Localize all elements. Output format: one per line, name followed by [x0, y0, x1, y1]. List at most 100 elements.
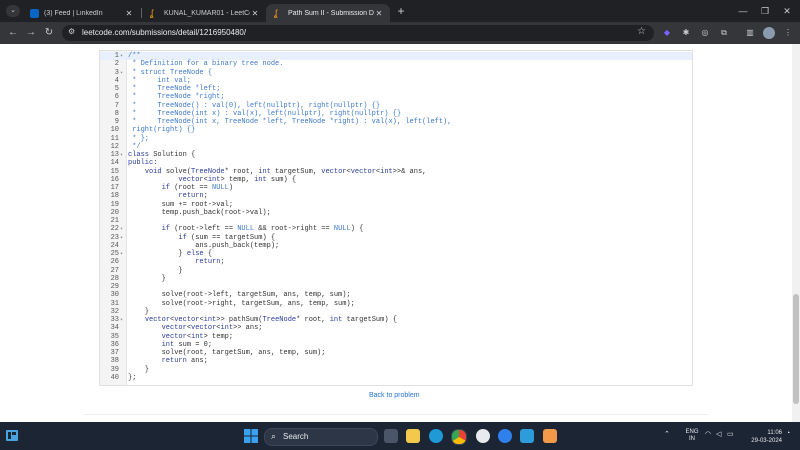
code-line[interactable]: 18 return;	[100, 192, 692, 200]
code-line[interactable]: 36 int sum = 0;	[100, 341, 692, 349]
tab-search-button[interactable]: ⌄	[6, 5, 20, 17]
help-icon[interactable]	[498, 429, 512, 443]
code-text: * TreeNode *left;	[128, 85, 221, 93]
folder-icon[interactable]	[543, 429, 557, 443]
close-tab-icon[interactable]: ✕	[374, 9, 384, 18]
language-indicator[interactable]: ENG IN	[683, 429, 701, 443]
side-panel-icon[interactable]: ▥	[744, 27, 756, 39]
edge-browser-icon[interactable]	[429, 429, 443, 443]
fold-toggle-icon[interactable]: ▾	[120, 225, 123, 233]
code-line[interactable]: 23 ▾ if (sum == targetSum) {	[100, 234, 692, 242]
code-line[interactable]: 26 return;	[100, 258, 692, 266]
code-line[interactable]: 12 */	[100, 143, 692, 151]
scrollbar-thumb[interactable]	[793, 294, 799, 404]
extension-icon[interactable]: ◆	[661, 27, 673, 39]
code-text: vector<int> temp, int sum) {	[178, 175, 297, 184]
github-icon[interactable]	[476, 429, 490, 443]
code-line[interactable]: 8 * TreeNode(int x) : val(x), left(nullp…	[100, 110, 692, 118]
code-line[interactable]: 29	[100, 283, 692, 291]
code-line[interactable]: 31 solve(root->right, targetSum, ans, te…	[100, 300, 692, 308]
vscode-icon[interactable]	[520, 429, 534, 443]
show-hidden-icons-chevron-icon[interactable]: ⌃	[664, 430, 670, 438]
code-line[interactable]: 19 sum += root->val;	[100, 201, 692, 209]
minimize-icon[interactable]: —	[732, 4, 754, 18]
linkedin-icon	[30, 8, 39, 18]
new-tab-button[interactable]: +	[393, 4, 409, 18]
line-number: 27	[110, 266, 119, 275]
back-arrow-icon[interactable]: ←	[6, 26, 20, 40]
code-line[interactable]: 11 * };	[100, 135, 692, 143]
code-line[interactable]: 33 ▾ vector<vector<int>> pathSum(TreeNode…	[100, 316, 692, 324]
tab-linkedin[interactable]: (3) Feed | LinkedIn ✕	[22, 4, 140, 22]
code-line[interactable]: 21	[100, 217, 692, 225]
line-number: 5	[114, 85, 119, 93]
more-menu-icon[interactable]: ⋮	[782, 27, 794, 39]
code-line[interactable]: 6 * TreeNode *right;	[100, 93, 692, 101]
code-line[interactable]: 39 }	[100, 366, 692, 374]
code-line[interactable]: 32 }	[100, 308, 692, 316]
code-editor[interactable]: 1 ▾/** 2 * Definition for a binary tree no…	[99, 50, 693, 386]
code-line[interactable]: 38 return ans;	[100, 357, 692, 365]
code-line[interactable]: 30 solve(root->left, targetSum, ans, tem…	[100, 291, 692, 299]
back-to-problem-link[interactable]: Back to problem	[369, 392, 420, 399]
code-line[interactable]: 9 * TreeNode(int x, TreeNode *left, Tree…	[100, 118, 692, 126]
profile-avatar[interactable]	[763, 27, 775, 39]
code-line[interactable]: 24 ans.push_back(temp);	[100, 242, 692, 250]
code-line[interactable]: 16 vector<int> temp, int sum) {	[100, 176, 692, 184]
close-window-icon[interactable]: ✕	[776, 4, 798, 18]
chrome-icon[interactable]	[451, 429, 467, 445]
code-text: vector<vector<int>> ans;	[161, 324, 263, 333]
tab-submission-detail[interactable]: ʆ Path Sum II - Submission Detai ✕	[266, 4, 390, 22]
task-view-icon[interactable]	[384, 429, 398, 443]
code-line[interactable]: 7 * TreeNode() : val(0), left(nullptr), …	[100, 102, 692, 110]
fold-toggle-icon[interactable]: ▾	[120, 69, 123, 77]
code-line[interactable]: 2 * Definition for a binary tree node.	[100, 60, 692, 68]
code-line[interactable]: 17 if (root == NULL)	[100, 184, 692, 192]
footer-divider	[84, 414, 708, 415]
file-explorer-icon[interactable]	[406, 429, 420, 443]
code-line[interactable]: 35 vector<int> temp;	[100, 333, 692, 341]
site-info-icon[interactable]: ⚙	[68, 27, 75, 36]
code-line[interactable]: 22 ▾ if (root->left == NULL && root->righ…	[100, 225, 692, 233]
code-line[interactable]: 34 vector<vector<int>> ans;	[100, 324, 692, 332]
code-line[interactable]: 13 ▾ class Solution {	[100, 151, 692, 159]
code-line[interactable]: 40};	[100, 374, 692, 382]
widgets-icon[interactable]	[6, 430, 18, 441]
restore-icon[interactable]: ❐	[754, 4, 776, 18]
close-tab-icon[interactable]: ✕	[250, 9, 260, 18]
fold-toggle-icon[interactable]: ▾	[120, 316, 123, 324]
reload-icon[interactable]: ↻	[42, 26, 56, 40]
extension-icon[interactable]: ✱	[680, 27, 692, 39]
code-line[interactable]: 28 }	[100, 275, 692, 283]
code-line[interactable]: 15 void solve(TreeNode* root, int target…	[100, 168, 692, 176]
close-tab-icon[interactable]: ✕	[124, 9, 134, 18]
bookmark-star-icon[interactable]: ☆	[637, 26, 646, 37]
volume-icon[interactable]: ◁	[716, 430, 721, 438]
taskbar-search-box[interactable]: ⌕ Search	[264, 428, 378, 446]
extension-icon[interactable]: ◎	[699, 27, 711, 39]
code-line[interactable]: 27 }	[100, 267, 692, 275]
code-line[interactable]: 3 ▾ * struct TreeNode {	[100, 69, 692, 77]
forward-arrow-icon[interactable]: →	[24, 26, 38, 40]
taskbar-clock[interactable]: 11:06 29-03-2024	[744, 429, 782, 445]
fold-toggle-icon[interactable]: ▾	[120, 250, 123, 258]
notification-bell-icon[interactable]: ◔	[786, 430, 790, 437]
line-number: 26	[110, 258, 119, 267]
code-line[interactable]: 4 * int val;	[100, 77, 692, 85]
extensions-puzzle-icon[interactable]: ⧉	[718, 27, 730, 39]
code-line[interactable]: 25 ▾ } else {	[100, 250, 692, 258]
tab-leetcode-profile[interactable]: ʆ KUNAL_KUMAR01 - LeetCode P ✕	[142, 4, 266, 22]
fold-toggle-icon[interactable]: ▾	[120, 52, 123, 60]
fold-toggle-icon[interactable]: ▾	[120, 234, 123, 242]
code-line[interactable]: 10 right(right) {}	[100, 126, 692, 134]
address-bar[interactable]: ⚙ leetcode.com/submissions/detail/121695…	[62, 25, 654, 41]
code-line[interactable]: 37 solve(root, targetSum, ans, temp, sum…	[100, 349, 692, 357]
wifi-icon[interactable]: ◠	[705, 430, 711, 438]
windows-start-icon[interactable]	[244, 429, 258, 443]
battery-icon[interactable]: ▭	[727, 430, 734, 438]
code-line[interactable]: 1 ▾ /**	[100, 52, 692, 61]
code-line[interactable]: 5 * TreeNode *left;	[100, 85, 692, 93]
code-line[interactable]: 14 public:	[100, 159, 692, 167]
fold-toggle-icon[interactable]: ▾	[120, 151, 123, 159]
code-line[interactable]: 20 temp.push_back(root->val);	[100, 209, 692, 217]
